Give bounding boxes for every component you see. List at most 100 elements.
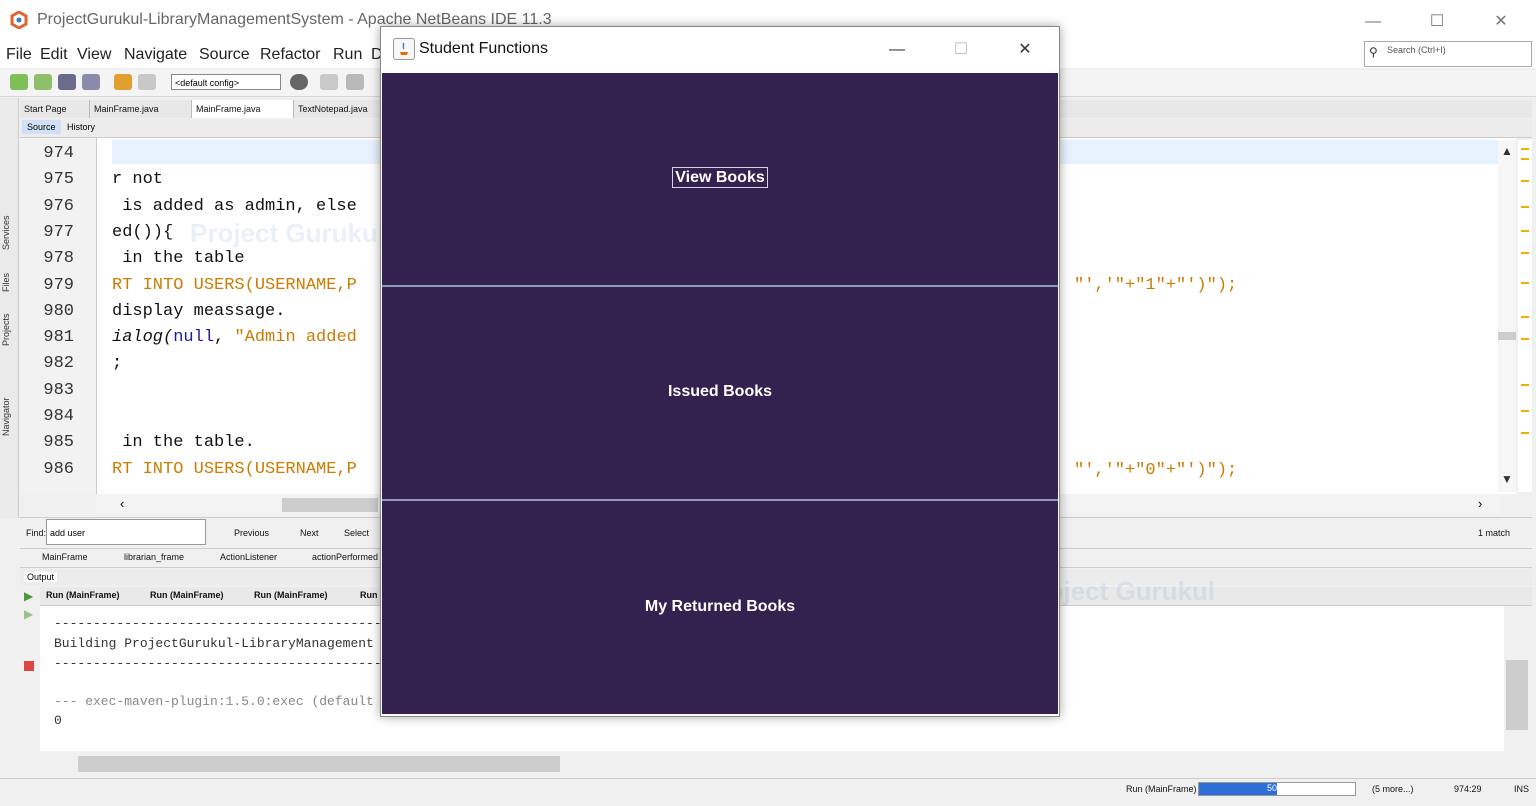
stripe-mark[interactable] xyxy=(1521,282,1529,284)
dialog-close-icon[interactable]: ✕ xyxy=(1003,36,1047,64)
code-line: display meassage. xyxy=(112,301,286,321)
java-icon xyxy=(393,38,415,60)
find-previous-button[interactable]: Previous xyxy=(234,528,269,538)
scroll-left-icon[interactable]: ‹ xyxy=(120,496,124,511)
stripe-mark[interactable] xyxy=(1521,410,1529,412)
redo-icon[interactable] xyxy=(138,74,156,90)
rerun-options-icon[interactable]: ▶ xyxy=(24,607,33,621)
progress-label: 50% xyxy=(1267,783,1286,793)
globe-icon[interactable] xyxy=(290,74,308,90)
stripe-mark[interactable] xyxy=(1521,206,1529,208)
sidebar-files[interactable]: Files xyxy=(1,273,11,292)
code-line: RT INTO USERS(USERNAME,P xyxy=(112,459,357,479)
code-continuation-979: "','"+"1"+"')"); xyxy=(1074,276,1238,295)
find-label: Find: xyxy=(26,528,47,538)
status-mode: INS xyxy=(1514,784,1530,794)
clean-build-icon[interactable] xyxy=(346,74,364,90)
close-icon[interactable]: ✕ xyxy=(1478,8,1524,36)
menu-edit[interactable]: Edit xyxy=(40,46,68,64)
rerun-icon[interactable]: ▶ xyxy=(24,589,33,603)
progress-fill xyxy=(1199,783,1277,795)
code-line: RT INTO USERS(USERNAME,P xyxy=(112,275,357,295)
breadcrumb-actionperformed[interactable]: actionPerformed xyxy=(312,552,378,562)
sidebar-projects[interactable]: Projects xyxy=(1,313,11,346)
run-tab-2[interactable]: Run (MainFrame) xyxy=(150,590,224,600)
undo-icon[interactable] xyxy=(114,74,132,90)
view-books-button[interactable]: View Books xyxy=(382,73,1058,285)
hammer-icon[interactable] xyxy=(320,74,338,90)
menu-refactor[interactable]: Refactor xyxy=(260,46,320,64)
run-tab-3[interactable]: Run (MainFrame) xyxy=(254,590,328,600)
stripe-mark[interactable] xyxy=(1521,316,1529,318)
line-number: 974 xyxy=(43,144,74,163)
student-functions-window: Student Functions — ☐ ✕ View Books Issue… xyxy=(380,26,1060,717)
stripe-mark[interactable] xyxy=(1521,230,1529,232)
line-number: 981 xyxy=(43,328,74,348)
stripe-mark[interactable] xyxy=(1521,252,1529,254)
line-number: 986 xyxy=(43,459,74,479)
tab-mainframe-2[interactable]: MainFrame.java xyxy=(192,100,294,118)
scroll-right-icon[interactable]: › xyxy=(1478,496,1482,511)
left-sidebar: Services Files Projects Navigator xyxy=(0,98,19,518)
code-continuation-986: "','"+"0"+"')"); xyxy=(1074,461,1238,480)
output-tab[interactable]: Output xyxy=(24,572,58,582)
tab-textnotepad[interactable]: TextNotepad.java xyxy=(294,100,384,118)
output-line: Building ProjectGurukul-LibraryManagemen… xyxy=(54,636,374,651)
find-select-button[interactable]: Select xyxy=(344,528,369,538)
ide-search-input[interactable]: ⚲ Search (Ctrl+I) xyxy=(1364,41,1532,67)
stripe-mark[interactable] xyxy=(1521,384,1529,386)
stripe-mark[interactable] xyxy=(1521,148,1529,150)
scroll-thumb[interactable] xyxy=(1498,332,1516,340)
history-tab[interactable]: History xyxy=(62,120,100,134)
dialog-minimize-icon[interactable]: — xyxy=(875,36,919,64)
tab-mainframe-1[interactable]: MainFrame.java xyxy=(90,100,192,118)
save-all-icon[interactable] xyxy=(82,74,100,90)
hscroll-thumb[interactable] xyxy=(282,498,378,512)
status-run: Run (MainFrame) xyxy=(1126,784,1197,794)
line-number: 980 xyxy=(43,301,74,321)
output-scroll-thumb[interactable] xyxy=(1506,660,1528,730)
status-more[interactable]: (5 more...) xyxy=(1372,784,1414,794)
code-line: ialog(null, "Admin added xyxy=(112,328,357,348)
issued-books-button[interactable]: Issued Books xyxy=(382,287,1058,499)
breadcrumb-mainframe[interactable]: MainFrame xyxy=(42,552,88,562)
match-count: 1 match xyxy=(1478,528,1511,538)
dialog-maximize-icon: ☐ xyxy=(953,41,969,58)
my-returned-books-button[interactable]: My Returned Books xyxy=(382,501,1058,714)
stop-icon[interactable] xyxy=(24,661,34,671)
menu-source[interactable]: Source xyxy=(199,46,250,64)
source-tab[interactable]: Source xyxy=(22,120,61,134)
menu-view[interactable]: View xyxy=(77,46,111,64)
run-tab-1[interactable]: Run (MainFrame) xyxy=(46,590,120,600)
editor-vertical-scrollbar[interactable]: ▲ ▼ xyxy=(1498,140,1516,492)
find-input[interactable]: add user xyxy=(46,519,206,545)
menu-navigate[interactable]: Navigate xyxy=(124,46,187,64)
scroll-down-icon[interactable]: ▼ xyxy=(1501,472,1513,486)
open-project-icon[interactable] xyxy=(58,74,76,90)
search-placeholder: Search (Ctrl+I) xyxy=(1387,45,1446,55)
stripe-mark[interactable] xyxy=(1521,338,1529,340)
stripe-mark[interactable] xyxy=(1521,158,1529,160)
watermark: Project Gurukul xyxy=(190,218,386,248)
scroll-up-icon[interactable]: ▲ xyxy=(1501,144,1513,158)
code-line: ; xyxy=(112,354,123,374)
new-project-icon[interactable] xyxy=(34,74,52,90)
output-hscroll-thumb[interactable] xyxy=(78,756,560,772)
tab-start-page[interactable]: Start Page xyxy=(20,100,90,118)
config-select[interactable]: <default config> xyxy=(171,74,281,90)
find-next-button[interactable]: Next xyxy=(300,528,319,538)
breadcrumb-librarian-frame[interactable]: librarian_frame xyxy=(124,552,184,562)
sidebar-services[interactable]: Services xyxy=(1,215,11,250)
sidebar-navigator[interactable]: Navigator xyxy=(1,397,11,436)
breadcrumb-actionlistener[interactable]: ActionListener xyxy=(220,552,277,562)
maximize-icon[interactable]: ☐ xyxy=(1414,8,1460,36)
stripe-mark[interactable] xyxy=(1521,432,1529,434)
menu-file[interactable]: File xyxy=(6,46,32,64)
menu-run[interactable]: Run xyxy=(333,46,362,64)
new-file-icon[interactable] xyxy=(10,74,28,90)
stripe-mark[interactable] xyxy=(1521,180,1529,182)
run-tab-4[interactable]: Run xyxy=(360,590,378,600)
minimize-icon[interactable]: — xyxy=(1350,8,1396,36)
dialog-title-bar: Student Functions — ☐ ✕ xyxy=(381,27,1059,73)
output-line: --- exec-maven-plugin:1.5.0:exec (defaul… xyxy=(54,694,374,709)
